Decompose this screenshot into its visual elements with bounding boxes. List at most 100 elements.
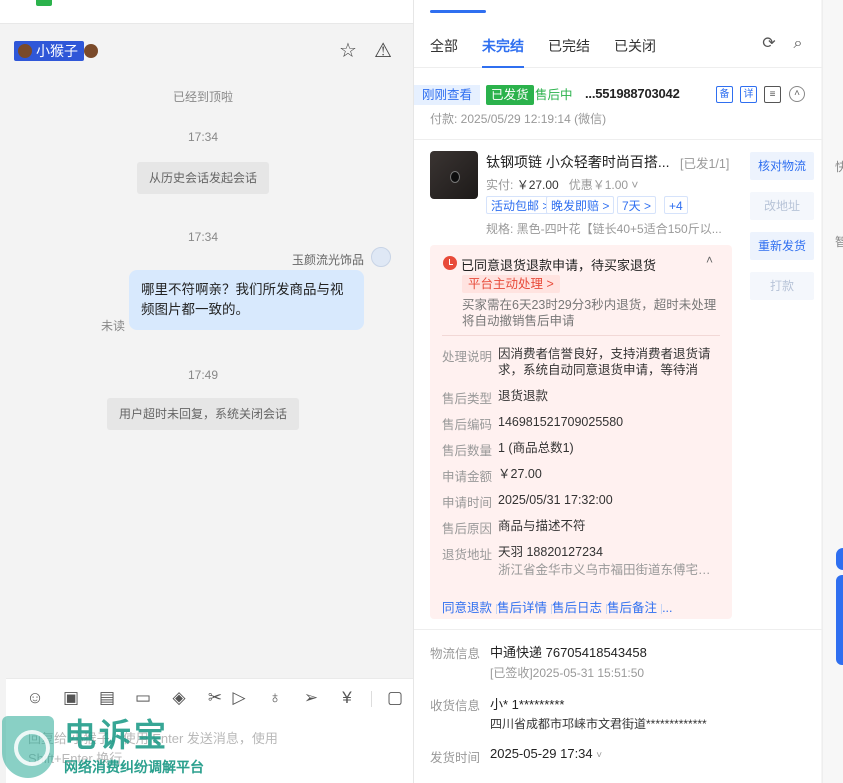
video-play-icon[interactable]: ▷ <box>228 687 250 709</box>
product-price: 实付: ￥27.00 优惠￥1.00 ˅ <box>486 178 639 192</box>
shipped-tag: 已发货 <box>486 85 534 105</box>
chat-top-strip <box>0 0 413 24</box>
apply-amount: ￥27.00 <box>498 467 542 481</box>
handling-note: 因消费者信誉良好，支持消费者退货请求，系统自动同意退货申请，等待消费... <box>498 347 711 377</box>
chevron-up-icon[interactable]: ˄ <box>706 253 713 267</box>
divider <box>442 335 720 336</box>
field-label: 处理说明 <box>442 350 493 364</box>
change-address-button[interactable]: 改地址 <box>750 192 814 220</box>
check-logistics-button[interactable]: 核对物流 <box>750 152 814 180</box>
order-panel: 全部 未完结 已完结 已关闭 ⟳ ⌕ 刚刚查看 已发货 售后中 ...55198… <box>413 0 822 783</box>
divider <box>414 629 822 630</box>
paid-time: 付款: 2025/05/29 12:19:14 (微信) <box>430 112 607 126</box>
tab-closed[interactable]: 已关闭 <box>614 36 656 56</box>
video-icon[interactable]: ▤ <box>96 687 118 709</box>
receiver-address: 四川省成都市邛崃市文君街道************* <box>490 717 707 731</box>
note-button[interactable]: 备 <box>716 86 733 103</box>
product-title[interactable]: 钛钢项链 小众轻奢时尚百搭... <box>486 152 671 172</box>
message-bubble: 哪里不符啊亲？我们所发商品与视频图片都一致的。 <box>129 270 364 330</box>
customer-name[interactable]: 小猴子 <box>14 41 98 61</box>
sender-name: 玉颜流光饰品 <box>291 253 364 267</box>
logistics-status: [已签收]2025-05-31 15:51:50 <box>490 666 645 680</box>
refund-status-icon <box>443 256 457 270</box>
order-header: 刚刚查看 已发货 售后中 ...551988703042 备 详 ≡ ˄ 付款:… <box>414 68 822 140</box>
quick-reply-icon[interactable]: ▢ <box>384 687 406 709</box>
bag-icon[interactable]: ♁ <box>264 687 286 709</box>
tab-unfinished[interactable]: 未完结 <box>482 36 524 56</box>
message-input[interactable]: 回复给 小猴子，使用 Enter 发送消息，使用 Shift+Enter 换行 <box>28 729 338 769</box>
image-icon[interactable]: ▣ <box>60 687 82 709</box>
detail-button[interactable]: 详 <box>740 86 757 103</box>
shipped-count: [已发1/1] <box>680 157 730 171</box>
return-contact: 天羽 18820127234 <box>498 545 603 559</box>
field-label: 退货地址 <box>442 548 493 562</box>
field-label: 售后类型 <box>442 392 493 406</box>
aftersale-quantity: 1 (商品总数1) <box>498 441 574 455</box>
search-icon[interactable]: ⌕ <box>789 35 807 53</box>
agree-refund-link[interactable]: 同意退款 <box>442 601 492 615</box>
floating-panel-tab[interactable] <box>836 575 843 665</box>
folder-icon[interactable]: ▭ <box>132 687 154 709</box>
right-strip: 快 智 <box>822 0 843 783</box>
document-icon[interactable]: ≡ <box>764 86 781 103</box>
tab-all[interactable]: 全部 <box>430 36 458 56</box>
field-label: 售后数量 <box>442 444 493 458</box>
refund-card: 已同意退货退款申请，待买家退货 ˄ 平台主动处理 > 买家需在6天23时29分3… <box>430 245 732 619</box>
layers-icon[interactable]: ◈ <box>168 687 190 709</box>
refund-status: 已同意退货退款申请，待买家退货 <box>461 258 657 273</box>
chip-free-shipping[interactable]: 活动包邮 > <box>486 196 555 214</box>
chip-more[interactable]: +4 <box>664 196 688 214</box>
aftersale-type: 退货退款 <box>498 389 549 403</box>
refund-actions: 同意退款 售后详情 售后日志 售后备注... <box>442 597 672 616</box>
coupon-icon[interactable]: ¥ <box>336 687 358 709</box>
more-actions-link[interactable]: ... <box>662 601 672 615</box>
logistics-label: 物流信息 <box>430 647 481 661</box>
refund-deadline-desc: 买家需在6天23时29分3秒内退货，超时未处理将自动撤销售后申请 <box>462 298 717 328</box>
field-label: 申请时间 <box>442 496 493 510</box>
return-address: 浙江省金华市义乌市福田街道东傅宅二... <box>498 563 718 577</box>
discount: 优惠￥1.00 <box>568 178 629 192</box>
status-badge <box>36 0 52 6</box>
session-closed-pill: 用户超时未回复，系统关闭会话 <box>107 398 300 430</box>
chip-7-day-return[interactable]: 7天 > <box>617 196 657 214</box>
chevron-up-icon[interactable]: ˄ <box>789 86 805 102</box>
product-image[interactable] <box>430 151 478 199</box>
receiver-label: 收货信息 <box>430 699 481 713</box>
platform-handling-tag[interactable]: 平台主动处理 > <box>462 275 560 293</box>
field-label: 申请金额 <box>442 470 493 484</box>
field-label: 售后编码 <box>442 418 493 432</box>
order-number[interactable]: ...551988703042 <box>585 86 680 101</box>
tab-finished[interactable]: 已完结 <box>548 36 590 56</box>
field-label: 售后原因 <box>442 522 493 536</box>
toolbar-divider <box>371 691 372 707</box>
floating-handle[interactable] <box>836 548 843 570</box>
avatar <box>371 247 391 267</box>
refresh-icon[interactable]: ⟳ <box>760 35 778 53</box>
aftersale-reason: 商品与描述不符 <box>498 519 586 533</box>
reship-button[interactable]: 重新发货 <box>750 232 814 260</box>
ship-time-value[interactable]: 2025-05-29 17:34 ˅ <box>490 746 602 761</box>
chip-late-ship-compensation[interactable]: 晚发即赔 > <box>546 196 615 214</box>
timestamp: 17:34 <box>187 130 219 144</box>
chat-panel: 小猴子 ☆ ⚠ 已经到顶啦 17:34 从历史会话发起会话 17:34 玉颜流光… <box>0 0 413 783</box>
warning-icon[interactable]: ⚠ <box>372 40 394 62</box>
scissors-icon[interactable]: ✂ <box>204 687 226 709</box>
star-icon[interactable]: ☆ <box>337 40 359 62</box>
emoji-icon[interactable]: ☺ <box>24 687 46 709</box>
send-plane-icon[interactable]: ➢ <box>300 687 322 709</box>
input-toolbar: ☺ ▣ ▤ ▭ ◈ ✂ ▷ ♁ ➢ ¥ ▢ 回复给 小猴子，使用 Enter 发… <box>6 678 413 783</box>
logistics-value[interactable]: 中通快递 76705418543458 <box>490 642 647 661</box>
order-tabs: 全部 未完结 已完结 已关闭 ⟳ ⌕ <box>414 22 822 68</box>
ship-time: 2025-05-29 17:34 <box>490 746 593 761</box>
pay-button[interactable]: 打款 <box>750 272 814 300</box>
history-session-pill: 从历史会话发起会话 <box>137 162 270 194</box>
aftersale-log-link[interactable]: 售后日志 <box>552 601 602 615</box>
top-reached-text: 已经到顶啦 <box>172 90 233 104</box>
top-indicator <box>430 10 486 13</box>
aftersale-code: 146981521709025580 <box>498 415 624 429</box>
actual-label: 实付: <box>486 178 514 192</box>
aftersale-note-link[interactable]: 售后备注 <box>607 601 657 615</box>
aftersale-tag: 售后中 <box>535 88 573 102</box>
ship-time-label: 发货时间 <box>430 751 481 765</box>
aftersale-detail-link[interactable]: 售后详情 <box>497 601 547 615</box>
